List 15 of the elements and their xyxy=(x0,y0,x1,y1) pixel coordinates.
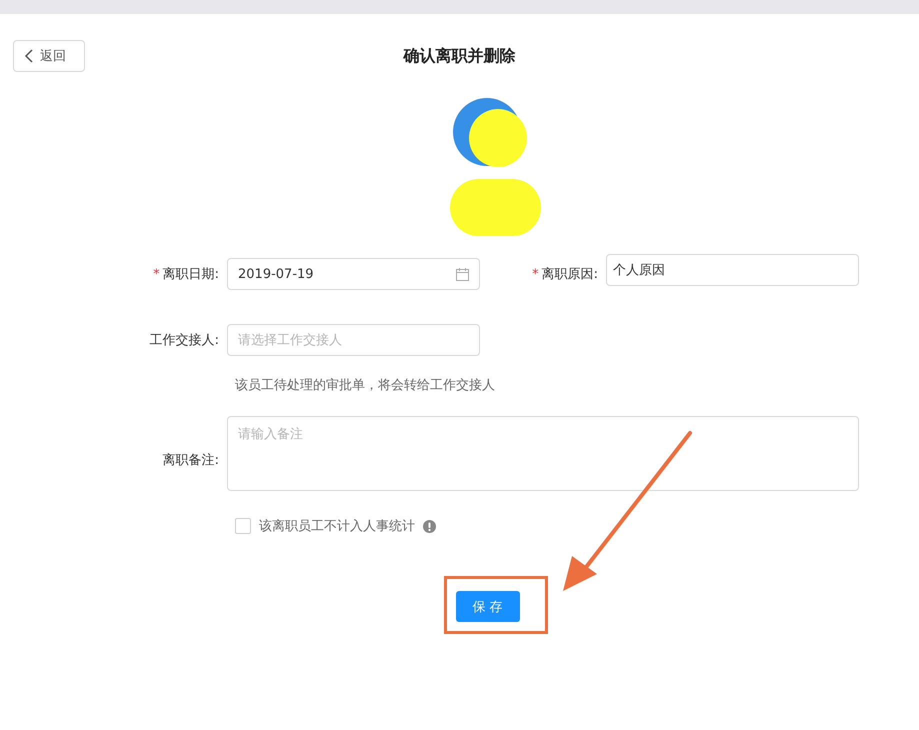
calendar-icon xyxy=(456,268,469,280)
chevron-icon xyxy=(24,49,34,63)
field-label: 工作交接人: xyxy=(148,332,220,349)
hint-text: 该员工待处理的审批单，将会转给工作交接人 xyxy=(235,377,496,394)
date-field[interactable]: 2019-07-19 xyxy=(227,258,480,290)
field-label: 离职备注: xyxy=(162,452,220,468)
back-button[interactable]: 返回 xyxy=(13,40,85,72)
field-label: * 离职原因: xyxy=(531,266,599,283)
redaction-mark xyxy=(469,109,527,167)
info-icon xyxy=(423,520,436,532)
text-field[interactable]: 个人原因 xyxy=(606,254,859,286)
checkbox-label: 该离职员工不计入人事统计 xyxy=(259,518,415,535)
field-label: * 离职日期: xyxy=(152,266,220,283)
page-title: 确认离职并删除 xyxy=(404,46,516,64)
checkbox[interactable] xyxy=(235,518,251,534)
